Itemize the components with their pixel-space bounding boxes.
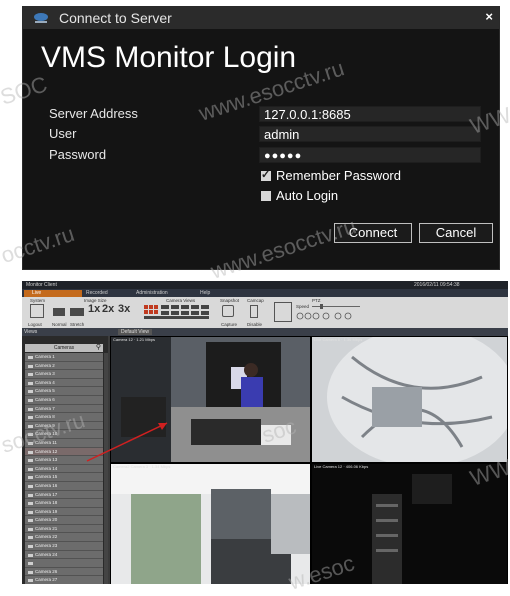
checkbox-checked-icon [261,168,271,181]
ceiling-cables-video-frame [312,337,507,462]
server-address-label: Server Address [49,106,138,121]
camera-list-item[interactable]: Camera 3 [25,370,103,379]
video-tile[interactable]: Camera2 Camera 3 · 1.34 Mbps [111,464,310,584]
camera-capture-icon[interactable] [222,305,234,317]
tile-label: Live Camera 12 · 406.06 Kbps [314,464,369,469]
camera-list-item[interactable]: Camera 5 [25,387,103,396]
dialog-title: Connect to Server [59,10,172,26]
camera-list-item[interactable]: Camera 2 [25,361,103,371]
logout-label: Logout [28,322,42,327]
logout-icon[interactable] [30,304,44,318]
close-icon[interactable]: × [485,9,493,24]
login-dialog: Connect to Server × VMS Monitor Login Se… [22,6,500,270]
camera-list-item[interactable]: Camera 24 [25,550,103,560]
dialog-titlebar: Connect to Server × [23,7,499,29]
zoom-1x-button[interactable]: 1x [88,303,100,315]
user-label: User [49,126,77,141]
normal-size-icon[interactable] [53,308,65,316]
client-titlebar: Monitor Client 2016/02/11 09:54:38 [22,281,508,289]
video-tile[interactable]: Live Camera 6 · 1.36 Mbps [312,337,507,462]
remember-password-label: Remember Password [276,168,401,183]
speed-slider-handle[interactable] [320,304,323,309]
camcap-group-label: Camcap [247,298,264,303]
camera-list-item[interactable]: Camera 20 [25,516,103,525]
tab-default-view[interactable]: Default View [118,329,152,335]
password-label: Password [49,147,107,162]
client-toolbar: System Logout Image Size 1x 2x 3x Normal… [22,297,508,328]
camera-list-item[interactable] [25,559,103,568]
camera-list-item[interactable]: Camera 4 [25,378,103,388]
zoom-2x-button[interactable]: 2x [102,303,114,315]
ptz-zoom-focus-icons[interactable] [296,311,366,321]
tab-recorded[interactable]: Recorded [78,290,132,297]
password-input[interactable]: ●●●●● [259,147,481,163]
normal-label: Normal [52,322,67,327]
stretch-label: Stretch [70,322,85,327]
camera-list-item[interactable]: Camera 21 [25,524,103,534]
system-group-label: System [30,298,46,303]
auto-login-checkbox[interactable]: Auto Login [261,188,338,203]
client-title: Monitor Client [26,282,57,288]
camera-list-item[interactable]: Camera 17 [25,490,103,500]
disable-icon[interactable] [250,305,258,318]
tab-help[interactable]: Help [192,290,236,297]
tab-administration[interactable]: Administration [128,290,196,297]
search-icon[interactable]: ⚲ [96,344,101,352]
camera-list-item[interactable]: Camera 27 [25,576,103,584]
cameras-header-label: Cameras [53,345,75,351]
speed-label: Speed [296,304,310,309]
camera-list-item[interactable]: Camera 19 [25,507,103,517]
views-header-bar: Views Default View [22,328,508,336]
camera-views-group-label: Camera Views [166,298,196,303]
snapshot-group-label: Snapshot [220,298,240,303]
camera-list-item[interactable]: Camera 1 [25,353,103,362]
tab-live[interactable]: Live [24,290,82,297]
login-heading: VMS Monitor Login [41,41,297,74]
cameras-header: Cameras ⚲ [25,344,103,352]
user-input[interactable]: admin [259,126,481,142]
camera-list-item[interactable]: Camera 23 [25,542,103,551]
disable-label: Disable [247,322,263,327]
camera-list-item[interactable]: Camera 16 [25,481,103,491]
video-tile[interactable]: Live Camera 12 · 406.06 Kbps [312,464,507,584]
stretch-icon[interactable] [70,308,84,316]
remember-password-checkbox[interactable]: Remember Password [261,168,401,183]
client-timestamp: 2016/02/11 09:54:38 [414,282,460,288]
ptz-direction-pad-icon[interactable] [274,302,292,322]
zoom-3x-button[interactable]: 3x [118,303,130,315]
annotation-arrow [86,422,168,462]
camera-list-item[interactable]: Camera 18 [25,499,103,508]
tile-label: Live Camera 6 · 1.36 Mbps [314,337,363,342]
client-tabs: Live Recorded Administration Help [22,289,508,297]
checkbox-unchecked-icon [261,191,271,201]
cancel-button[interactable]: Cancel [419,223,493,243]
connect-button[interactable]: Connect [334,223,412,243]
camera-list-item[interactable]: Camera 15 [25,473,103,482]
views-header: Views [24,329,38,335]
auto-login-label: Auto Login [276,188,339,203]
camera-list-item[interactable]: Camera 6 [25,395,103,405]
camera-list-item[interactable]: Camera 22 [25,533,103,543]
server-room-video-frame [312,464,507,584]
monitor-client-window: Monitor Client 2016/02/11 09:54:38 Live … [22,281,508,584]
server-connect-icon [34,13,48,23]
office-room-video-frame [111,464,310,584]
tile-label: Camera 12 · 1.21 Mbps [113,337,156,342]
camera-list-item[interactable]: Camera 26 [25,567,103,577]
ptz-group-label: PTZ [312,298,321,303]
server-address-input[interactable]: 127.0.0.1:8685 [259,106,481,122]
camera-layout-grid-icon[interactable] [144,305,212,321]
capture-label: Capture [221,322,238,327]
